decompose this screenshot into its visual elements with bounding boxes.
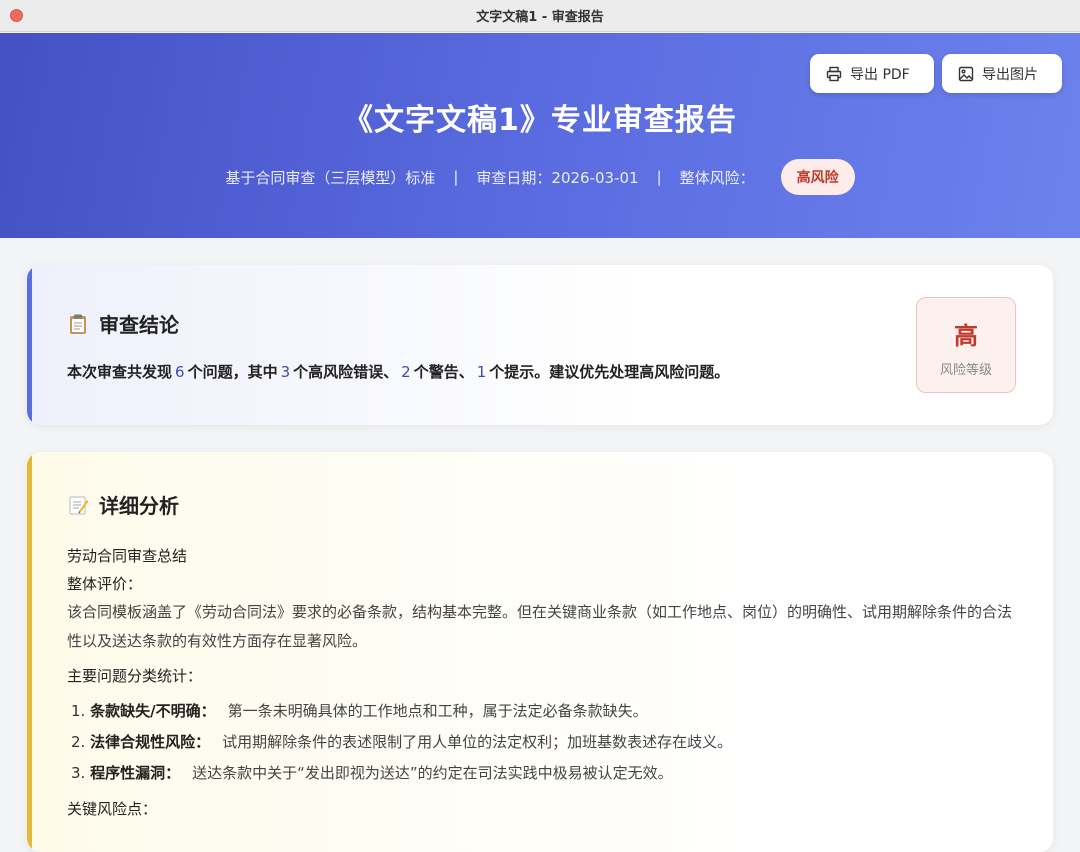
conclusion-title: 审查结论 (99, 313, 179, 337)
export-pdf-label: 导出 PDF (850, 66, 910, 83)
standard-text: 基于合同审查（三层模型）标准 (225, 168, 436, 187)
list-item: 3. 程序性漏洞： 送达条款中关于“发出即视为送达”的约定在司法实践中极易被认定无… (67, 758, 1017, 789)
risk-level-value: 高 (954, 322, 978, 350)
meta-separator: | (656, 168, 662, 186)
item-category: 法律合规性风险： (90, 733, 211, 751)
analysis-content: 劳动合同审查总结 整体评价： 该合同模板涵盖了《劳动合同法》要求的必备条款，结构… (67, 542, 1017, 823)
summary-text: 个问题，其中 (187, 363, 278, 381)
report-meta: 基于合同审查（三层模型）标准 | 审查日期：2026-03-01 | 整体风险：… (0, 159, 1080, 195)
analysis-card: 详细分析 劳动合同审查总结 整体评价： 该合同模板涵盖了《劳动合同法》要求的必备… (27, 452, 1053, 852)
report-title: 《文字文稿1》专业审查报告 (343, 103, 737, 138)
memo-icon (69, 496, 89, 514)
close-window-button[interactable] (10, 9, 23, 22)
printer-icon (826, 66, 842, 81)
item-number: 3. (71, 764, 86, 782)
key-risks-label: 关键风险点： (67, 800, 158, 818)
item-category: 程序性漏洞： (90, 764, 181, 782)
item-number: 2. (71, 733, 86, 751)
clipboard-icon (70, 314, 86, 334)
conclusion-summary: 本次审查共发现 6 个问题，其中 3 个高风险错误、 2 个警告、 1 个提示。建议优先处理高风… (67, 361, 729, 382)
export-pdf-button[interactable]: 导出 PDF (810, 54, 934, 93)
analysis-heading: 详细分析 (67, 490, 179, 519)
issue-list: 1. 条款缺失/不明确： 第一条未明确具体的工作地点和工种，属于法定必备条款缺失。… (67, 696, 1017, 789)
export-image-label: 导出图片 (982, 66, 1038, 83)
tip-count: 1 (476, 363, 487, 381)
item-text: 试用期解除条件的表述限制了用人单位的法定权利；加班基数表述存在歧义。 (222, 733, 733, 751)
total-count: 6 (175, 363, 185, 381)
analysis-title: 详细分析 (99, 494, 179, 518)
export-image-button[interactable]: 导出图片 (942, 54, 1062, 93)
meta-separator: | (453, 168, 459, 186)
summary-text: 个提示。建议优先处理高风险问题。 (489, 363, 730, 381)
image-icon (958, 66, 974, 81)
high-count: 3 (280, 363, 291, 381)
overall-text: 该合同模板涵盖了《劳动合同法》要求的必备条款，结构基本完整。但在关键商业条款（如… (67, 603, 1013, 650)
item-category: 条款缺失/不明确： (90, 702, 216, 720)
window-title: 文字文稿1 - 审查报告 (476, 10, 604, 25)
list-item: 1. 条款缺失/不明确： 第一条未明确具体的工作地点和工种，属于法定必备条款缺失。 (67, 696, 1017, 727)
review-date: 审查日期：2026-03-01 (476, 168, 639, 187)
conclusion-heading: 审查结论 (67, 309, 179, 338)
risk-level-label: 风险等级 (939, 363, 992, 378)
conclusion-card: 审查结论 本次审查共发现 6 个问题，其中 3 个高风险错误、 2 个警告、 1 个提示。建议优… (27, 265, 1053, 425)
overall-label: 整体评价： (67, 575, 143, 593)
stats-label: 主要问题分类统计： (67, 667, 203, 685)
analysis-subtitle: 劳动合同审查总结 (67, 547, 188, 565)
warning-count: 2 (401, 363, 411, 381)
summary-text: 个警告、 (413, 363, 474, 381)
item-text: 第一条未明确具体的工作地点和工种，属于法定必备条款缺失。 (227, 702, 648, 720)
window-titlebar: 文字文稿1 - 审查报告 (0, 0, 1080, 32)
risk-level-box: 高 风险等级 (916, 297, 1016, 393)
overall-risk-label: 整体风险： (679, 168, 755, 187)
report-header: 导出 PDF 导出图片 《文字文稿1》专业审查报告 基于合同审查（三层模型）标准… (0, 33, 1080, 238)
summary-text: 个高风险错误、 (293, 363, 399, 381)
list-item: 2. 法律合规性风险： 试用期解除条件的表述限制了用人单位的法定权利；加班基数表述… (67, 727, 1017, 758)
item-number: 1. (71, 702, 86, 720)
summary-text: 本次审查共发现 (67, 363, 173, 381)
risk-badge: 高风险 (780, 159, 855, 195)
item-text: 送达条款中关于“发出即视为送达”的约定在司法实践中极易被认定无效。 (192, 764, 673, 782)
